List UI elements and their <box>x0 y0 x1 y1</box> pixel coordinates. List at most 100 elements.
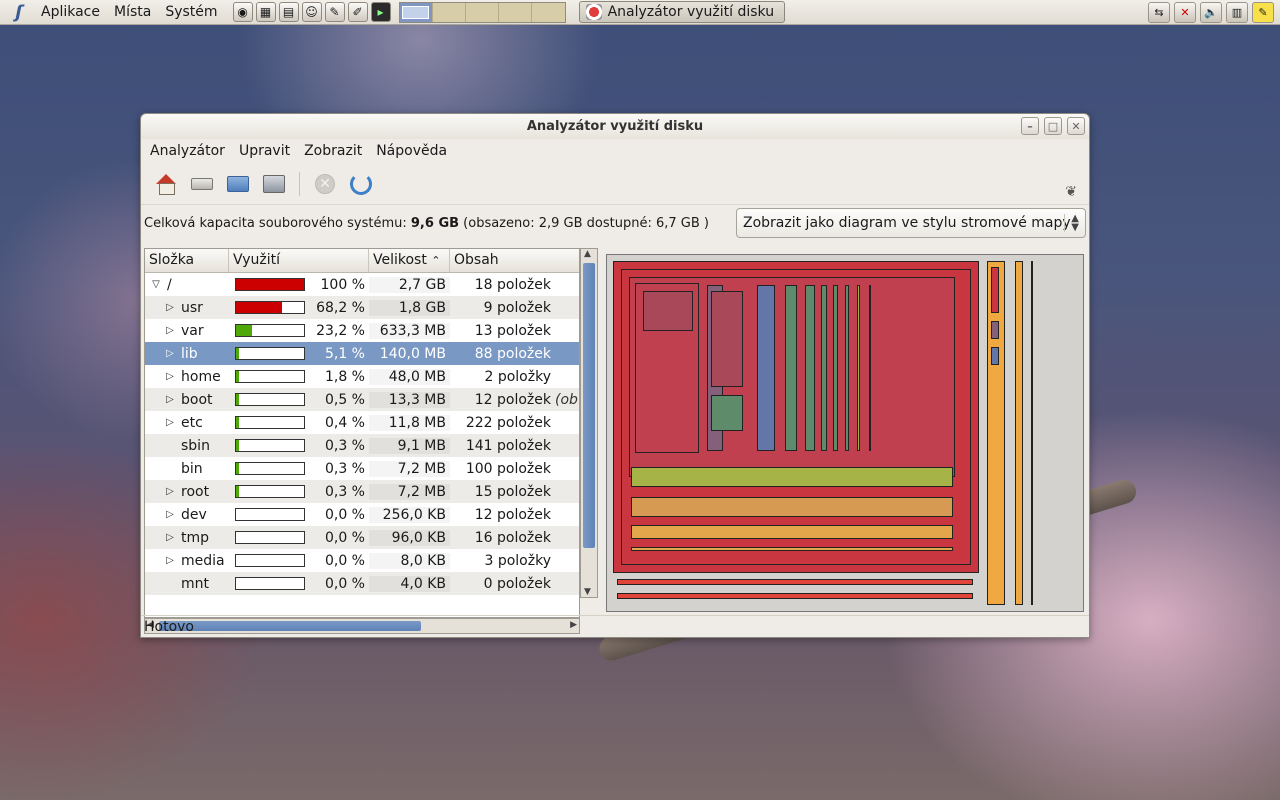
workspace-3[interactable] <box>465 2 499 22</box>
expander-closed-icon[interactable]: ▷ <box>163 325 177 336</box>
treemap-block[interactable] <box>845 285 849 451</box>
scan-remote-button[interactable] <box>259 169 289 199</box>
vertical-scrollbar[interactable]: ▲ ▼ <box>580 248 598 598</box>
expander-closed-icon[interactable]: ▷ <box>163 509 177 520</box>
network-manager-icon[interactable]: ⇆ <box>1148 2 1170 23</box>
usage-bar-fill <box>236 325 252 336</box>
notes-icon[interactable]: ✐ <box>347 2 368 22</box>
treemap-block[interactable] <box>711 291 743 387</box>
scan-folder-button[interactable] <box>223 169 253 199</box>
people-icon[interactable]: ☺ <box>301 2 322 22</box>
treemap-usr-small[interactable] <box>631 547 953 551</box>
treemap-block[interactable] <box>785 285 797 451</box>
scroll-up-icon[interactable]: ▲ <box>584 249 591 259</box>
treemap-block[interactable] <box>869 285 871 451</box>
folder-contents: 88 položek <box>474 345 551 362</box>
refresh-button[interactable] <box>346 169 376 199</box>
expander-open-icon[interactable]: ▽ <box>149 279 163 290</box>
table-row[interactable]: ▷ tmp 0,0 % 96,0 KB 16 položek <box>145 526 579 549</box>
folder-size: 96,0 KB <box>369 529 450 546</box>
treemap-home[interactable] <box>1031 261 1033 605</box>
table-row[interactable]: ▷ boot 0,5 % 13,3 MB 12 položek (ob <box>145 388 579 411</box>
table-row[interactable]: ▷ etc 0,4 % 11,8 MB 222 položek <box>145 411 579 434</box>
disk-analyzer-window: Analyzátor využití disku – □ ✕ Analyzáto… <box>140 113 1090 638</box>
table-row[interactable]: ▷ dev 0,0 % 256,0 KB 12 položek <box>145 503 579 526</box>
table-row[interactable]: ▷ var 23,2 % 633,3 MB 13 položek <box>145 319 579 342</box>
table-row[interactable]: bin 0,3 % 7,2 MB 100 položek <box>145 457 579 480</box>
treemap-chart[interactable] <box>606 254 1084 612</box>
treemap-var[interactable] <box>617 579 973 585</box>
workspace-4[interactable] <box>498 2 532 22</box>
menu-places[interactable]: Místa <box>107 4 158 20</box>
treemap-usr-lib[interactable] <box>631 467 953 487</box>
column-folder[interactable]: Složka <box>145 249 229 272</box>
column-contents[interactable]: Obsah <box>450 249 579 272</box>
treemap-block[interactable] <box>833 285 838 451</box>
treemap-block[interactable] <box>821 285 827 451</box>
treemap-block[interactable] <box>991 321 999 339</box>
stop-button[interactable]: ✕ <box>310 169 340 199</box>
table-row[interactable]: ▷ media 0,0 % 8,0 KB 3 položky <box>145 549 579 572</box>
table-row[interactable]: ▷ root 0,3 % 7,2 MB 15 položek <box>145 480 579 503</box>
expander-closed-icon[interactable]: ▷ <box>163 371 177 382</box>
workspace-1[interactable] <box>399 2 433 22</box>
table-row[interactable]: ▽ / 100 % 2,7 GB 18 položek <box>145 273 579 296</box>
expander-closed-icon[interactable]: ▷ <box>163 555 177 566</box>
column-usage[interactable]: Využití <box>229 249 369 272</box>
treemap-lib[interactable] <box>1015 261 1023 605</box>
treemap-block[interactable] <box>857 285 860 451</box>
table-row[interactable]: ▷ lib 5,1 % 140,0 MB 88 položek <box>145 342 579 365</box>
table-row[interactable]: mnt 0,0 % 4,0 KB 0 položek <box>145 572 579 595</box>
expander-closed-icon[interactable]: ▷ <box>163 348 177 359</box>
table-row[interactable]: ▷ home 1,8 % 48,0 MB 2 položky <box>145 365 579 388</box>
gnome-foot-icon[interactable]: ʃ <box>8 1 30 23</box>
document-icon[interactable]: ▤ <box>278 2 299 22</box>
titlebar[interactable]: Analyzátor využití disku – □ ✕ <box>141 114 1089 139</box>
treemap-block[interactable] <box>991 347 999 365</box>
sticky-notes-icon[interactable]: ✎ <box>1252 2 1274 23</box>
menu-applications[interactable]: Aplikace <box>34 4 107 20</box>
table-row[interactable]: sbin 0,3 % 9,1 MB 141 položek <box>145 434 579 457</box>
scan-home-button[interactable] <box>151 169 181 199</box>
treemap-usr-bin[interactable] <box>631 497 953 517</box>
firefox-icon[interactable]: ◉ <box>232 2 253 22</box>
menu-help[interactable]: Nápověda <box>369 143 454 159</box>
workspace-switcher[interactable] <box>398 1 566 23</box>
treemap-block[interactable] <box>991 267 999 313</box>
scroll-down-icon[interactable]: ▼ <box>584 587 591 597</box>
treemap-var-sub[interactable] <box>617 593 973 599</box>
menu-analyzer[interactable]: Analyzátor <box>143 143 232 159</box>
network-icon[interactable]: ▦ <box>255 2 276 22</box>
taskbar-button-disk-analyzer[interactable]: Analyzátor využití disku <box>578 1 786 23</box>
treemap-usr-src[interactable] <box>631 525 953 539</box>
treemap-block[interactable] <box>643 291 693 331</box>
treemap-block[interactable] <box>711 395 743 431</box>
volume-icon[interactable]: 🔈 <box>1200 2 1222 23</box>
clipboard-icon[interactable]: ▥ <box>1226 2 1248 23</box>
menu-view[interactable]: Zobrazit <box>297 143 369 159</box>
menu-edit[interactable]: Upravit <box>232 143 297 159</box>
view-mode-combo[interactable]: Zobrazit jako diagram ve stylu stromové … <box>736 208 1086 238</box>
network-disconnected-icon[interactable]: ✕ <box>1174 2 1196 23</box>
close-icon[interactable]: ✕ <box>1067 117 1085 135</box>
minimize-icon[interactable]: – <box>1021 117 1039 135</box>
sort-ascending-icon: ⌃ <box>431 254 441 267</box>
terminal-icon[interactable]: ▸ <box>370 2 391 22</box>
usage-bar-fill <box>236 302 283 313</box>
workspace-2[interactable] <box>432 2 466 22</box>
scan-filesystem-button[interactable] <box>187 169 217 199</box>
vertical-scroll-thumb[interactable] <box>583 263 595 548</box>
treemap-block[interactable] <box>805 285 815 451</box>
expander-closed-icon[interactable]: ▷ <box>163 394 177 405</box>
workspace-5[interactable] <box>531 2 565 22</box>
table-row[interactable]: ▷ usr 68,2 % 1,8 GB 9 položek <box>145 296 579 319</box>
expander-closed-icon[interactable]: ▷ <box>163 417 177 428</box>
expander-closed-icon[interactable]: ▷ <box>163 302 177 313</box>
text-editor-icon[interactable]: ✎ <box>324 2 345 22</box>
expander-closed-icon[interactable]: ▷ <box>163 486 177 497</box>
expander-closed-icon[interactable]: ▷ <box>163 532 177 543</box>
treemap-block[interactable] <box>757 285 775 451</box>
column-size[interactable]: Velikost ⌃ <box>369 249 450 272</box>
menu-system[interactable]: Systém <box>158 4 224 20</box>
maximize-icon[interactable]: □ <box>1044 117 1062 135</box>
